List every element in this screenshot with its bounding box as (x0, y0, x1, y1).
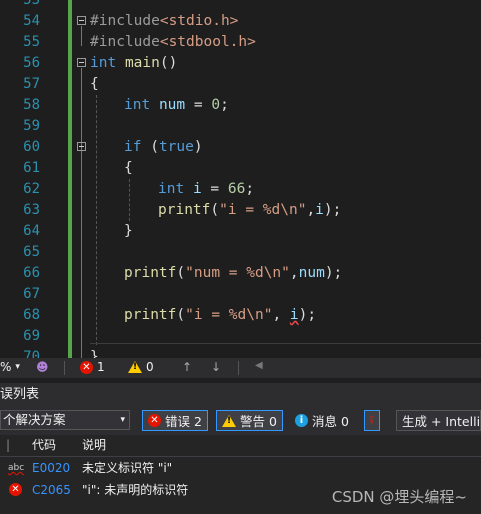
error-count[interactable]: ✕ 1 (80, 360, 105, 374)
scope-dropdown[interactable]: 个解决方案 ▾ (0, 410, 130, 430)
code-line-60: if (true) (124, 139, 203, 155)
line-number-gutter: 53 54 55 56 57 58 59 60 61 62 63 64 65 6… (0, 0, 70, 360)
line-number: 53 (23, 0, 40, 8)
line-number: 67 (23, 286, 40, 302)
error-list-toolbar: 个解决方案 ▾ ✕ 错误 2 ! 警告 0 i 消息 0 ⍒ 生成 + IntelliS (0, 407, 481, 435)
chevron-down-icon: ▾ (120, 415, 125, 425)
code-line-66: printf("num = %d\n",num); (124, 265, 343, 281)
line-number: 60 (23, 139, 40, 155)
error-description: "i": 未声明的标识符 (82, 483, 189, 497)
divider (238, 361, 239, 375)
error-description: 未定义标识符 "i" (82, 461, 173, 475)
arrow-down-icon[interactable]: ↓ (211, 360, 221, 374)
filter-icon[interactable]: ⍒ (364, 410, 380, 431)
fold-toggle-icon[interactable] (77, 16, 86, 25)
divider (64, 361, 65, 375)
line-number: 55 (23, 34, 40, 50)
messages-filter-button[interactable]: i 消息 0 (289, 410, 355, 431)
indent-guide (129, 179, 130, 221)
editor-status-bar: % ▾ ☻ ✕ 1 ! 0 ↑ ↓ ◀ (0, 358, 481, 378)
line-number: 68 (23, 307, 40, 323)
intellisense-icon: abc (8, 463, 25, 473)
error-row[interactable]: abc E0020 未定义标识符 "i" (0, 457, 481, 479)
warnings-filter-button[interactable]: ! 警告 0 (216, 410, 283, 431)
code-line-64: } (124, 223, 133, 239)
warning-count[interactable]: ! 0 (128, 360, 154, 374)
line-number: 58 (23, 97, 40, 113)
info-icon: i (295, 414, 308, 427)
column-header-code[interactable]: 代码 (32, 435, 56, 456)
error-icon: ✕ (80, 360, 93, 374)
line-number: 66 (23, 265, 40, 281)
line-number: 59 (23, 118, 40, 134)
line-number: 63 (23, 202, 40, 218)
fold-toggle-icon[interactable] (77, 58, 86, 67)
code-line-55: #include<stdbool.h> (90, 34, 256, 50)
code-line-57: { (90, 76, 99, 92)
line-number: 62 (23, 181, 40, 197)
line-number: 54 (23, 13, 40, 29)
line-number: 57 (23, 76, 40, 92)
error-code-link[interactable]: C2065 (32, 479, 71, 501)
code-line-68: printf("i = %d\n", i); (124, 307, 317, 323)
fold-line (81, 68, 82, 358)
error-list-header: | 代码 说明 (0, 435, 481, 457)
line-number: 64 (23, 223, 40, 239)
line-number: 65 (23, 244, 40, 260)
error-icon: ✕ (9, 483, 22, 496)
fold-line (81, 26, 82, 46)
error-squiggle: i (289, 307, 299, 323)
fold-toggle-icon[interactable] (77, 142, 86, 151)
code-line-58: int num = 0; (124, 97, 229, 113)
change-tracking-bar (68, 0, 72, 360)
arrow-up-icon[interactable]: ↑ (182, 360, 192, 374)
copilot-icon[interactable]: ☻ (36, 360, 49, 374)
line-number: 69 (23, 328, 40, 344)
code-line-62: int i = 66; (158, 181, 255, 197)
zoom-level[interactable]: % ▾ (0, 360, 20, 374)
column-header-description[interactable]: 说明 (82, 435, 106, 456)
error-icon: ✕ (148, 414, 161, 427)
watermark: CSDN @埋头编程~ (331, 488, 467, 506)
scroll-left-icon[interactable]: ◀ (255, 360, 263, 371)
current-line-highlight (90, 343, 481, 344)
warning-icon: ! (128, 361, 142, 373)
errors-filter-button[interactable]: ✕ 错误 2 (142, 410, 208, 431)
code-line-63: printf("i = %d\n",i); (158, 202, 342, 218)
column-divider: | (6, 438, 11, 452)
code-line-56: int main() (90, 55, 178, 71)
build-intellisense-dropdown[interactable]: 生成 + IntelliS (396, 410, 481, 431)
code-editor[interactable]: 53 54 55 56 57 58 59 60 61 62 63 64 65 6… (0, 0, 481, 360)
indent-guide (96, 95, 97, 345)
code-line-54: #include<stdio.h> (90, 13, 239, 29)
warning-icon: ! (222, 414, 236, 427)
line-number: 61 (23, 160, 40, 176)
error-code-link[interactable]: E0020 (32, 457, 70, 479)
code-line-61: { (124, 160, 133, 176)
line-number: 56 (23, 55, 40, 71)
error-list-title: 误列表 (0, 383, 481, 407)
